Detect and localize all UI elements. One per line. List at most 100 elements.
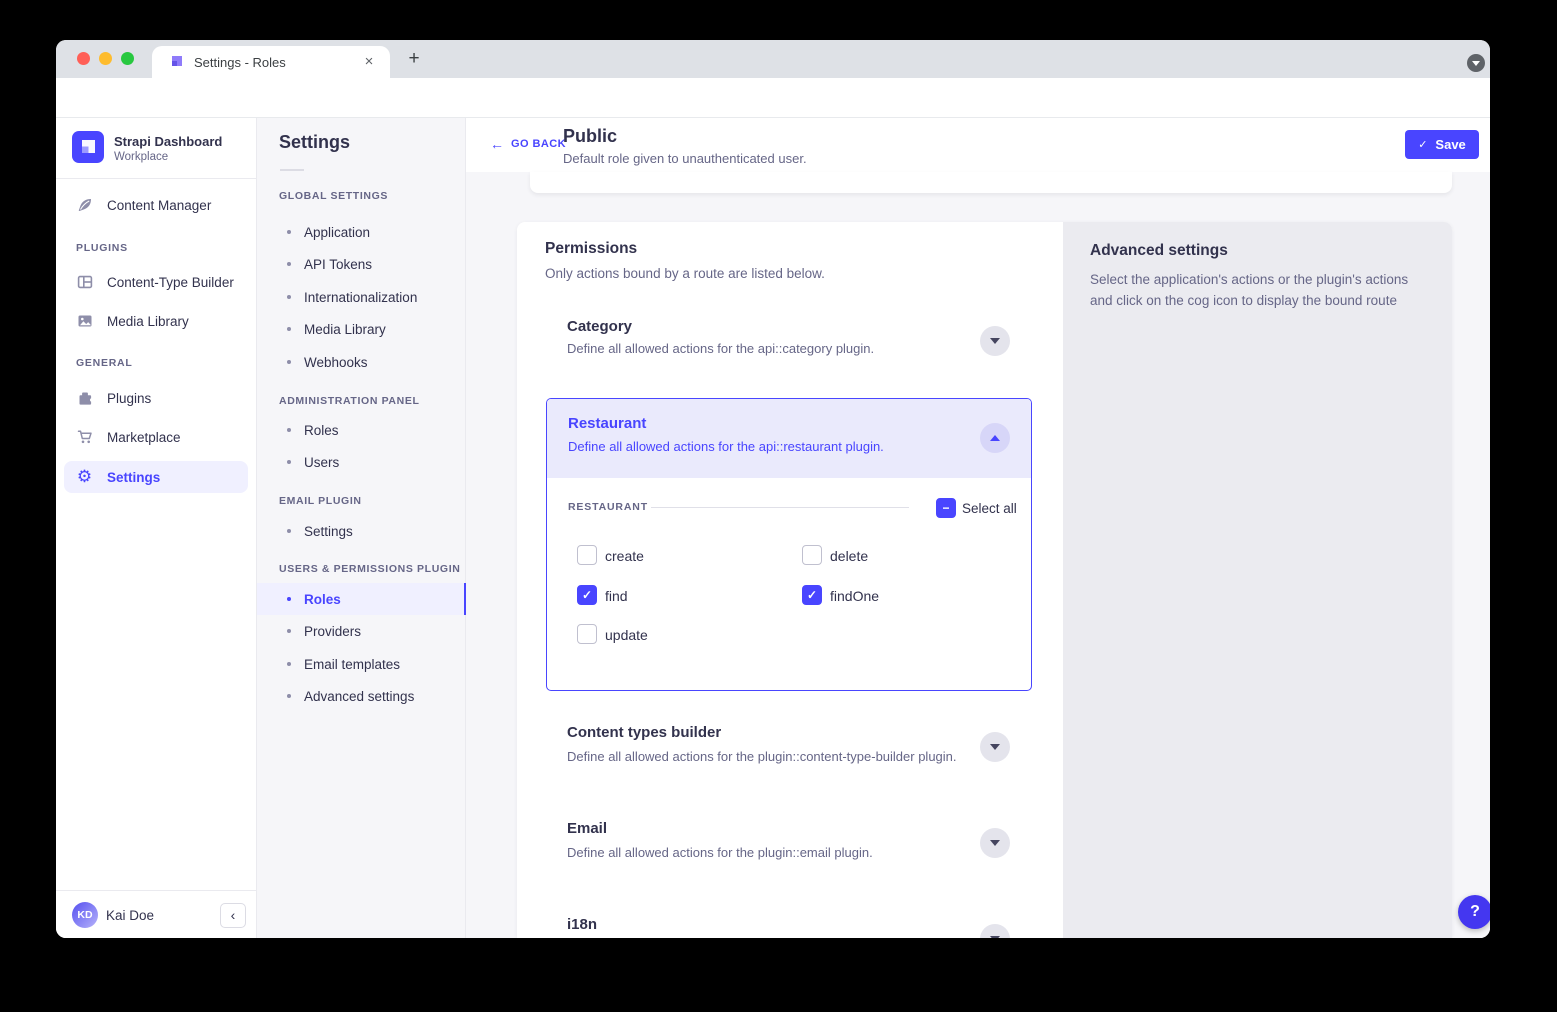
collapse-restaurant-button[interactable] bbox=[980, 423, 1010, 453]
subnav-item-up-roles[interactable]: Roles bbox=[257, 583, 466, 615]
expand-content-types-builder-button[interactable] bbox=[980, 732, 1010, 762]
subnav-item-label: Settings bbox=[304, 524, 353, 539]
restaurant-accordion-header[interactable]: Restaurant Define all allowed actions fo… bbox=[547, 399, 1031, 478]
gear-icon: ⚙ bbox=[76, 469, 93, 486]
back-arrow-icon: ← bbox=[490, 136, 504, 152]
bullet-icon bbox=[287, 460, 291, 464]
indeterminate-icon: − bbox=[942, 501, 949, 515]
sidebar-item-plugins[interactable]: Plugins bbox=[64, 382, 248, 414]
accordion-description: Define all allowed actions for the plugi… bbox=[567, 845, 873, 860]
checkbox-create[interactable] bbox=[577, 545, 597, 565]
checkbox-label-find: find bbox=[605, 588, 628, 604]
checkbox-update[interactable] bbox=[577, 624, 597, 644]
settings-subnav: Settings GLOBAL SETTINGS Application API… bbox=[257, 118, 466, 938]
checkbox-label-findone: findOne bbox=[830, 588, 879, 604]
check-icon: ✓ bbox=[807, 588, 817, 602]
subnav-item-application[interactable]: Application bbox=[257, 216, 466, 248]
subnav-item-advanced-settings[interactable]: Advanced settings bbox=[257, 680, 466, 712]
picture-icon bbox=[76, 313, 93, 330]
accordion-title-category: Category bbox=[567, 318, 632, 335]
page-title: Public bbox=[563, 126, 617, 147]
subnav-item-webhooks[interactable]: Webhooks bbox=[257, 346, 466, 378]
tab-close-icon[interactable]: × bbox=[360, 53, 378, 71]
zoom-window-button[interactable] bbox=[121, 52, 134, 65]
sidebar-section-general: GENERAL bbox=[76, 357, 132, 369]
strapi-logo[interactable] bbox=[72, 131, 104, 163]
check-icon: ✓ bbox=[1418, 138, 1427, 151]
workspace-subtitle: Workplace bbox=[114, 151, 168, 163]
browser-tab-bar: Settings - Roles × + bbox=[56, 40, 1490, 78]
minimize-window-button[interactable] bbox=[99, 52, 112, 65]
subnav-item-label: Roles bbox=[304, 423, 339, 438]
expand-email-button[interactable] bbox=[980, 828, 1010, 858]
page-subtitle: Default role given to unauthenticated us… bbox=[563, 151, 807, 166]
sidebar-item-content-type-builder[interactable]: Content-Type Builder bbox=[64, 266, 248, 298]
subnav-item-email-settings[interactable]: Settings bbox=[257, 515, 466, 547]
workspace-title: Strapi Dashboard bbox=[114, 134, 222, 149]
subnav-item-label: Providers bbox=[304, 624, 361, 639]
checkbox-findone[interactable]: ✓ bbox=[802, 585, 822, 605]
save-button[interactable]: ✓ Save bbox=[1405, 130, 1479, 159]
strapi-favicon bbox=[168, 54, 184, 70]
layout-grid-icon bbox=[76, 274, 93, 291]
bullet-icon bbox=[287, 230, 291, 234]
new-tab-button[interactable]: + bbox=[400, 45, 428, 73]
subnav-item-media-library[interactable]: Media Library bbox=[257, 313, 466, 345]
accordion-title-i18n: i18n bbox=[567, 916, 597, 933]
subnav-item-internationalization[interactable]: Internationalization bbox=[257, 281, 466, 313]
select-all-label: Select all bbox=[962, 501, 1017, 516]
subnav-item-label: Users bbox=[304, 455, 339, 470]
restaurant-group-label: RESTAURANT bbox=[568, 501, 648, 513]
checkbox-find[interactable]: ✓ bbox=[577, 585, 597, 605]
accordion-description: Define all allowed actions for the plugi… bbox=[567, 749, 957, 764]
go-back-link[interactable]: ← GO BACK bbox=[490, 136, 566, 152]
select-all-checkbox[interactable]: − bbox=[936, 498, 956, 518]
subnav-section-global-settings: GLOBAL SETTINGS bbox=[279, 190, 388, 202]
main-sidebar: Strapi Dashboard Workplace Content Manag… bbox=[56, 118, 257, 938]
sidebar-section-plugins: PLUGINS bbox=[76, 242, 128, 254]
permissions-subtitle: Only actions bound by a route are listed… bbox=[545, 266, 825, 281]
sidebar-item-settings[interactable]: ⚙ Settings bbox=[64, 461, 248, 493]
bullet-icon bbox=[287, 694, 291, 698]
browser-tab[interactable]: Settings - Roles × bbox=[152, 46, 390, 78]
accordion-title-content-types-builder: Content types builder bbox=[567, 724, 721, 741]
puzzle-icon bbox=[76, 390, 93, 407]
accordion-title-email: Email bbox=[567, 820, 607, 837]
bullet-icon bbox=[287, 360, 291, 364]
expand-category-button[interactable] bbox=[980, 326, 1010, 356]
subnav-item-admin-users[interactable]: Users bbox=[257, 446, 466, 478]
advanced-settings-description: Select the application's actions or the … bbox=[1090, 270, 1420, 312]
subnav-item-label: Application bbox=[304, 225, 370, 240]
profile-sync-icon[interactable] bbox=[1467, 54, 1485, 72]
sidebar-item-label: Marketplace bbox=[107, 430, 181, 445]
sidebar-item-label: Plugins bbox=[107, 391, 151, 406]
sidebar-item-media-library[interactable]: Media Library bbox=[64, 305, 248, 337]
sidebar-item-label: Content-Type Builder bbox=[107, 275, 234, 290]
sidebar-item-content-manager[interactable]: Content Manager bbox=[64, 189, 248, 221]
checkbox-label-create: create bbox=[605, 548, 644, 564]
close-window-button[interactable] bbox=[77, 52, 90, 65]
subnav-item-api-tokens[interactable]: API Tokens bbox=[257, 248, 466, 280]
user-avatar[interactable]: KD bbox=[72, 902, 98, 928]
expand-i18n-button[interactable] bbox=[980, 924, 1010, 938]
subnav-item-admin-roles[interactable]: Roles bbox=[257, 414, 466, 446]
collapse-sidebar-button[interactable]: ‹ bbox=[220, 903, 246, 928]
subnav-title: Settings bbox=[279, 132, 350, 153]
bullet-icon bbox=[287, 597, 291, 601]
divider bbox=[56, 178, 256, 179]
help-button[interactable]: ? bbox=[1458, 895, 1490, 929]
bullet-icon bbox=[287, 662, 291, 666]
subnav-item-label: Roles bbox=[304, 592, 341, 607]
feather-pen-icon bbox=[76, 197, 93, 214]
subnav-item-label: Internationalization bbox=[304, 290, 417, 305]
checkbox-delete[interactable] bbox=[802, 545, 822, 565]
chevron-down-icon bbox=[990, 840, 1000, 846]
subnav-section-email-plugin: EMAIL PLUGIN bbox=[279, 495, 362, 507]
check-icon: ✓ bbox=[582, 588, 592, 602]
subnav-item-providers[interactable]: Providers bbox=[257, 615, 466, 647]
divider bbox=[56, 890, 256, 891]
advanced-settings-pane: Advanced settings Select the application… bbox=[1063, 222, 1452, 938]
sidebar-item-label: Content Manager bbox=[107, 198, 211, 213]
sidebar-item-marketplace[interactable]: Marketplace bbox=[64, 421, 248, 453]
subnav-item-email-templates[interactable]: Email templates bbox=[257, 648, 466, 680]
